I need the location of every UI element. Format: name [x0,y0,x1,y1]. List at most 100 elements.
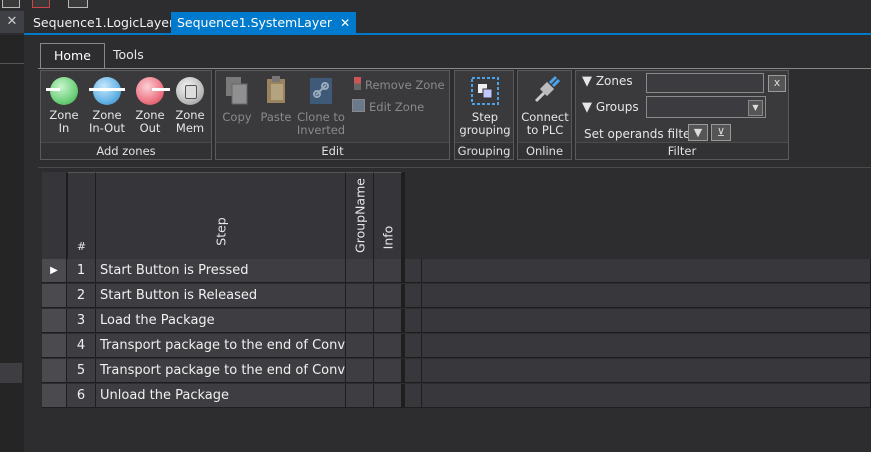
toolbar-window-icon[interactable] [2,0,20,8]
table-row[interactable]: 6 Unload the Package [42,384,871,409]
clone-inverted-icon [310,78,332,104]
group-edit: Copy Paste Clone to Inverted Remove Zone… [215,70,450,160]
filler-cell [422,359,871,383]
column-header-info[interactable]: Info [374,172,402,259]
groupname-cell[interactable] [346,359,374,383]
row-number-cell[interactable]: 1 [67,259,96,283]
column-header-number[interactable]: # [67,172,96,259]
zone-out-icon [136,77,170,105]
toolbar-record-icon[interactable] [32,0,50,8]
operands-filter-off-button[interactable]: ⊻ [711,124,731,141]
plug-connect-icon [534,75,560,103]
set-operands-filter-label: Set operands filter [584,127,696,141]
groupname-cell[interactable] [346,384,374,408]
toolbar-panel-icon[interactable] [68,0,88,8]
button-label: In-Out [89,121,125,135]
left-side-panel [0,35,24,452]
group-online: Connect to PLC Online [517,70,572,160]
spacer-cell [402,309,422,333]
info-cell[interactable] [374,284,402,308]
copy-icon [226,77,248,105]
row-indicator[interactable]: ▶ [42,259,67,283]
step-cell[interactable]: Transport package to the end of Conv2 [96,359,346,383]
step-cell[interactable]: Start Button is Released [96,284,346,308]
zone-in-out-button[interactable]: Zone In-Out [85,75,129,135]
operands-filter-on-button[interactable]: ▼ [688,124,708,141]
zones-clear-button[interactable]: x [768,75,786,92]
groupname-cell[interactable] [346,334,374,358]
row-number-cell[interactable]: 5 [67,359,96,383]
column-header-label: Info [380,225,395,250]
ribbon-tab-home[interactable]: Home [40,43,105,69]
row-header-corner [42,172,67,259]
step-cell[interactable]: Unload the Package [96,384,346,408]
remove-zone-icon [354,77,361,90]
info-cell[interactable] [374,309,402,333]
zone-mem-button[interactable]: Zone Mem [171,75,209,135]
filler-cell [422,284,871,308]
group-label-grouping: Grouping [455,142,513,159]
groupname-cell[interactable] [346,309,374,333]
group-label-edit: Edit [216,142,449,159]
zone-out-button[interactable]: Zone Out [131,75,170,135]
group-filter: ▼ Zones x ▼ Groups ▼ Set operands filter… [575,70,789,160]
groups-filter-select[interactable]: ▼ [646,96,766,118]
filler-cell [422,334,871,358]
row-indicator[interactable] [42,359,67,383]
clone-to-inverted-button[interactable]: Clone to Inverted [296,75,346,137]
groupname-cell[interactable] [346,259,374,283]
row-number-cell[interactable]: 6 [67,384,96,408]
row-indicator[interactable] [42,384,67,408]
zone-in-button[interactable]: Zone In [45,75,83,135]
column-header-step[interactable]: Step [96,172,346,259]
side-panel-close-icon[interactable]: ✕ [0,11,24,33]
row-indicator[interactable] [42,284,67,308]
step-cell[interactable]: Load the Package [96,309,346,333]
filter-funnel-icon: ▼ [693,126,703,139]
spacer-cell [402,384,422,408]
table-row[interactable]: 2 Start Button is Released [42,284,871,309]
info-cell[interactable] [374,259,402,283]
table-row[interactable]: ▶ 1 Start Button is Pressed [42,259,871,284]
info-cell[interactable] [374,334,402,358]
zones-filter-input[interactable] [646,73,764,93]
column-splitter[interactable] [402,172,405,259]
label-text: Zones [595,74,633,88]
chevron-down-icon[interactable]: ▼ [748,100,763,116]
button-label: Out [139,121,161,135]
left-panel-selected-item[interactable] [0,363,22,383]
step-cell[interactable]: Start Button is Pressed [96,259,346,283]
column-header-groupname[interactable]: GroupName [346,172,374,259]
row-number-cell[interactable]: 2 [67,284,96,308]
paste-button[interactable]: Paste [258,75,294,124]
ribbon-tab-tools[interactable]: Tools [100,43,157,67]
row-indicator[interactable] [42,334,67,358]
group-label-add-zones: Add zones [41,142,211,159]
spacer-cell [402,284,422,308]
table-row[interactable]: 4 Transport package to the end of Conv1 [42,334,871,359]
zone-in-out-icon [89,77,125,105]
row-number-cell[interactable]: 3 [67,309,96,333]
info-cell[interactable] [374,359,402,383]
connect-to-plc-button[interactable]: Connect to PLC [519,75,571,137]
copy-button[interactable]: Copy [220,75,254,124]
column-header-label: # [76,240,87,253]
tab-system-layer[interactable]: Sequence1.SystemLayer ✕ [171,12,357,33]
row-number-cell[interactable]: 4 [67,334,96,358]
zones-filter-label: ▼ Zones [582,74,633,89]
tab-close-icon[interactable]: ✕ [340,16,350,30]
groupname-cell[interactable] [346,284,374,308]
info-cell[interactable] [374,384,402,408]
table-row[interactable]: 5 Transport package to the end of Conv2 [42,359,871,384]
table-row[interactable]: 3 Load the Package [42,309,871,334]
spacer-cell [402,259,422,283]
row-indicator[interactable] [42,309,67,333]
step-cell[interactable]: Transport package to the end of Conv1 [96,334,346,358]
remove-zone-button[interactable]: Remove Zone [354,77,445,92]
step-grouping-icon [471,77,499,105]
step-grouping-button[interactable]: Step grouping [457,75,513,137]
group-grouping: Step grouping Grouping [454,70,514,160]
button-label: Copy [222,110,252,124]
edit-zone-button[interactable]: Edit Zone [352,99,424,114]
group-label-filter: Filter [576,142,788,159]
